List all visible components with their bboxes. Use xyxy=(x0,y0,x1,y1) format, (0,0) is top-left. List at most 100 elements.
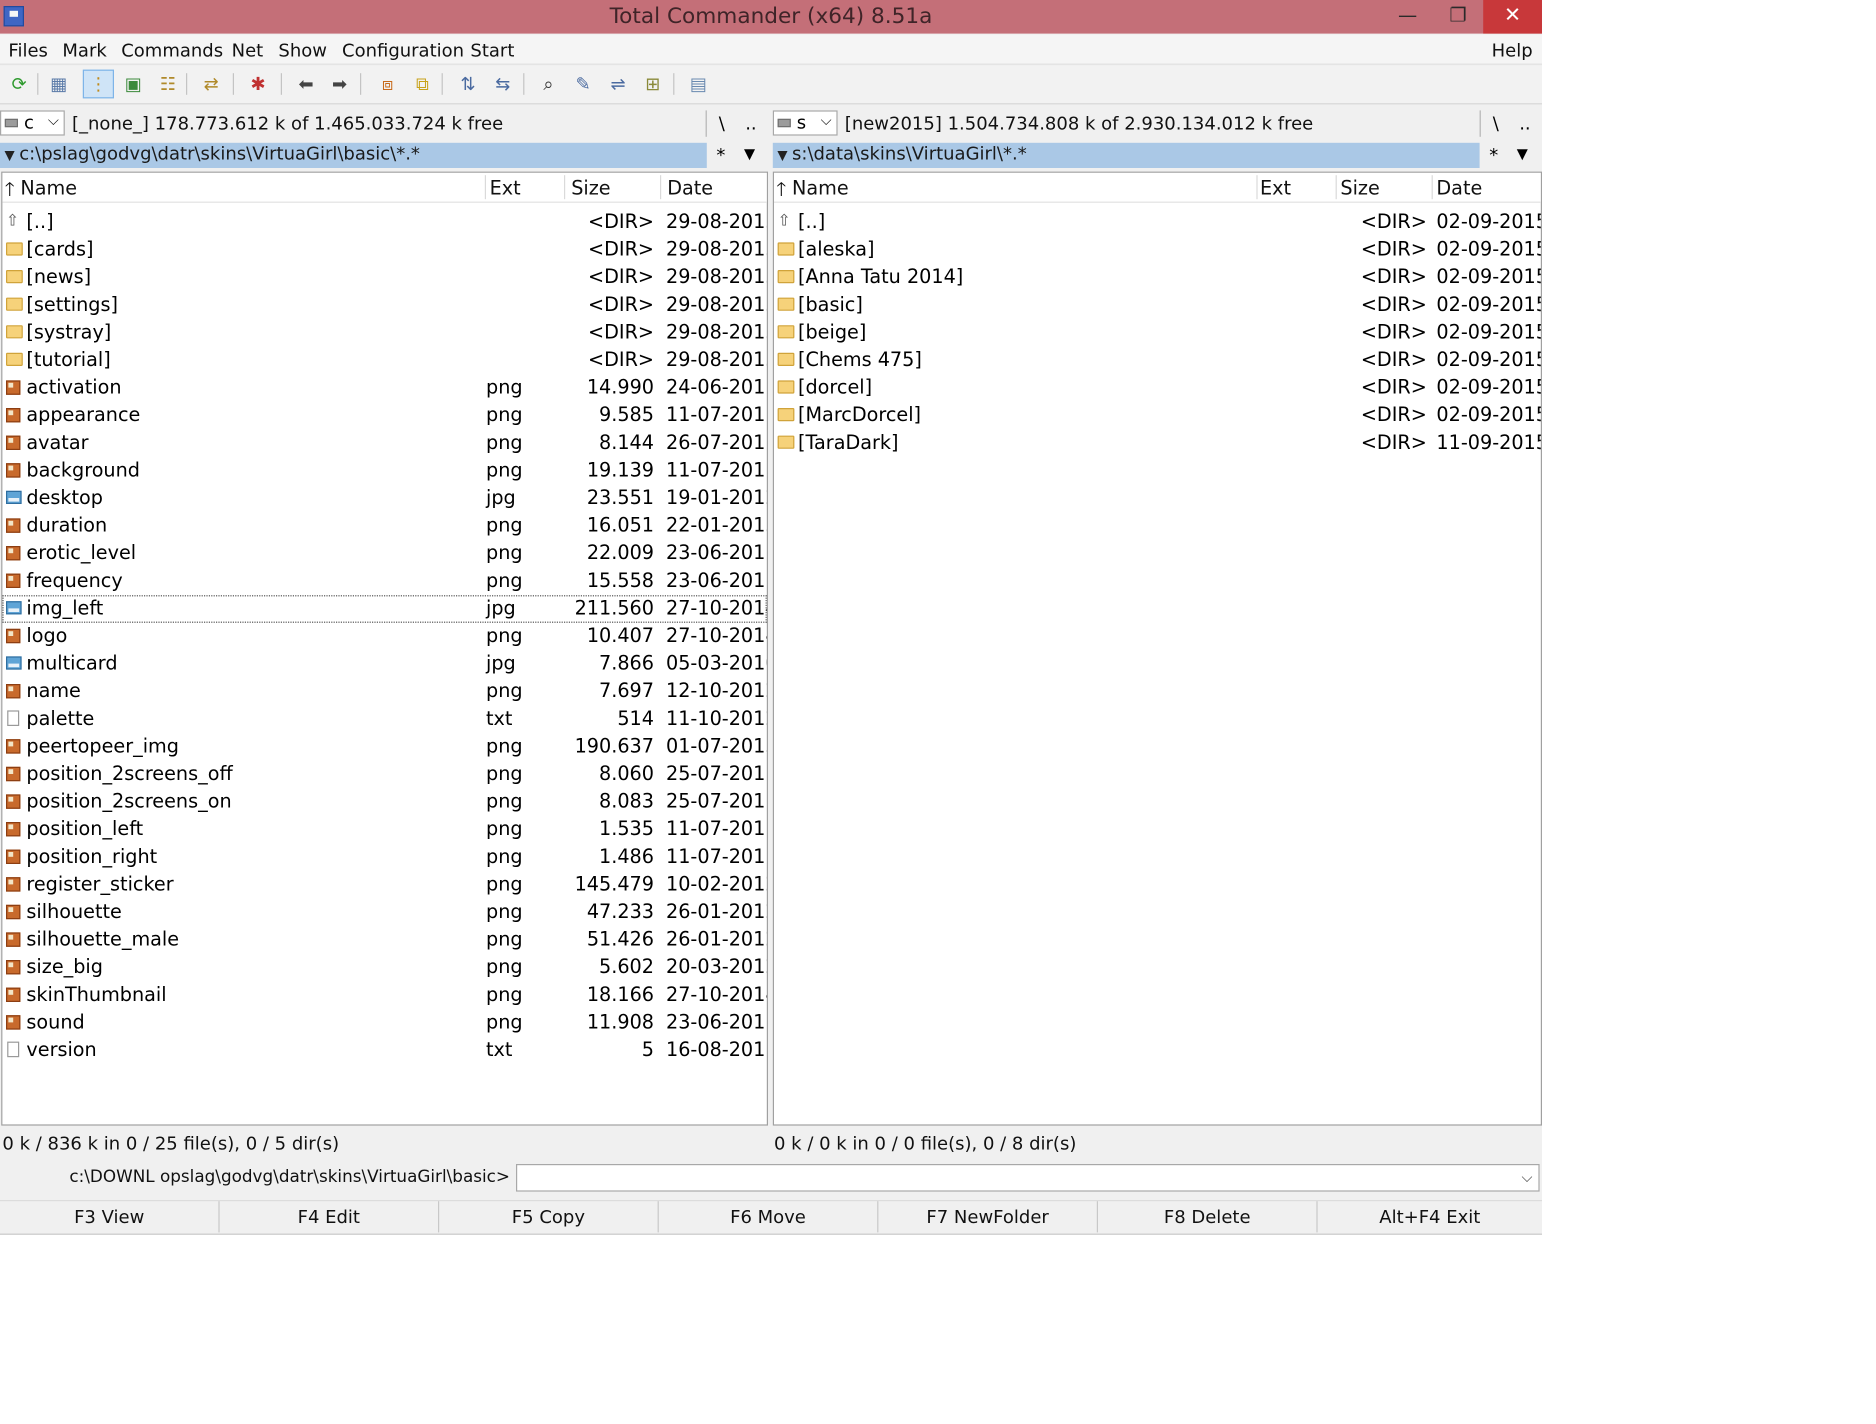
file-row[interactable]: activation png 14.990 24-06-2011 xyxy=(2,374,767,402)
history-dropdown-icon[interactable]: ▼ xyxy=(0,148,19,164)
file-row[interactable]: erotic_level png 22.009 23-06-2011 xyxy=(2,540,767,568)
refresh-button[interactable]: ⟳ xyxy=(4,70,35,99)
notepad-button[interactable]: ▤ xyxy=(683,70,714,99)
file-row[interactable]: desktop jpg 23.551 19-01-2012 xyxy=(2,485,767,513)
menu-mark[interactable]: Mark xyxy=(62,40,106,62)
f8-delete-button[interactable]: F8 Delete xyxy=(1098,1201,1318,1233)
close-button[interactable]: ✕ xyxy=(1483,0,1543,34)
menu-start[interactable]: Start xyxy=(470,40,514,62)
column-ext[interactable]: Ext xyxy=(490,176,521,199)
column-ext[interactable]: Ext xyxy=(1260,176,1291,199)
command-line-input[interactable] xyxy=(516,1164,1540,1192)
menu-help[interactable]: Help xyxy=(1492,40,1533,62)
right-filter-indicator[interactable]: * xyxy=(1489,144,1498,166)
url-connect-button[interactable]: ⇆ xyxy=(487,70,518,99)
file-row[interactable]: [MarcDorcel] <DIR> 02-09-2015 xyxy=(774,402,1541,430)
file-row[interactable]: appearance png 9.585 11-07-2011 xyxy=(2,402,767,430)
menu-files[interactable]: Files xyxy=(8,40,48,62)
file-row[interactable]: logo png 10.407 27-10-2014 xyxy=(2,623,767,651)
file-row[interactable]: position_left png 1.535 11-07-2011 xyxy=(2,816,767,844)
file-row[interactable]: avatar png 8.144 26-07-2011 xyxy=(2,430,767,458)
column-divider[interactable] xyxy=(1431,175,1433,200)
file-row[interactable]: size_big png 5.602 20-03-2012 xyxy=(2,954,767,982)
file-row[interactable]: position_2screens_off png 8.060 25-07-2011 xyxy=(2,761,767,789)
alt-f4-exit-button[interactable]: Alt+F4 Exit xyxy=(1318,1201,1542,1232)
column-divider[interactable] xyxy=(484,175,487,200)
right-up-button[interactable]: .. xyxy=(1519,113,1530,135)
file-row[interactable]: [aleska] <DIR> 02-09-2015 xyxy=(774,236,1541,264)
file-row[interactable]: version txt 5 16-08-2011 xyxy=(2,1037,767,1065)
file-row[interactable]: ⇧ [..] <DIR> 29-08-2015 xyxy=(2,209,767,237)
thumbnail-view-button[interactable]: ▣ xyxy=(118,70,149,99)
left-file-panel[interactable]: 🡑 Name Ext Size Date ⇧ [..] <DIR> 29-08-201… xyxy=(1,171,768,1126)
full-view-button[interactable]: ⋮ xyxy=(82,69,115,99)
multi-rename-button[interactable]: ✎ xyxy=(568,70,599,99)
ftp-connect-button[interactable]: ⇅ xyxy=(452,70,483,99)
file-row[interactable]: register_sticker png 145.479 10-02-2012 xyxy=(2,871,767,899)
file-row[interactable]: background png 19.139 11-07-2011 xyxy=(2,457,767,485)
hotlist-dropdown-icon[interactable]: ▼ xyxy=(744,145,755,162)
f4-edit-button[interactable]: F4 Edit xyxy=(220,1201,440,1233)
left-path-field[interactable]: ▼ c:\pslag\godvg\datr\skins\VirtuaGirl\ba… xyxy=(0,142,707,168)
column-date[interactable]: Date xyxy=(1436,176,1482,199)
maximize-button[interactable]: ❐ xyxy=(1433,0,1483,34)
right-root-button[interactable]: \ xyxy=(1493,113,1499,135)
file-row[interactable]: [settings] <DIR> 29-08-2015 xyxy=(2,292,767,320)
f5-copy-button[interactable]: F5 Copy xyxy=(439,1201,659,1233)
hotlist-dropdown-icon[interactable]: ▼ xyxy=(1517,145,1528,162)
column-size[interactable]: Size xyxy=(1340,176,1379,199)
file-row[interactable]: position_right png 1.486 11-07-2011 xyxy=(2,844,767,872)
f7-newfolder-button[interactable]: F7 NewFolder xyxy=(878,1201,1098,1233)
file-row[interactable]: skinThumbnail png 18.166 27-10-2014 xyxy=(2,982,767,1010)
file-row[interactable]: [beige] <DIR> 02-09-2015 xyxy=(774,319,1541,347)
find-files-button[interactable]: ⌕ xyxy=(533,70,564,99)
chevron-down-icon[interactable]: ⌵ xyxy=(1521,1169,1532,1187)
column-name[interactable]: Name xyxy=(20,176,77,199)
menu-show[interactable]: Show xyxy=(278,40,327,62)
column-divider[interactable] xyxy=(1335,175,1337,200)
column-name[interactable]: Name xyxy=(792,176,849,199)
file-row[interactable]: [Chems 475] <DIR> 02-09-2015 xyxy=(774,347,1541,375)
brief-view-button[interactable]: ▦ xyxy=(43,70,74,99)
f6-move-button[interactable]: F6 Move xyxy=(659,1201,879,1233)
back-button[interactable]: ⬅ xyxy=(290,70,321,99)
file-row[interactable]: peertopeer_img png 190.637 01-07-2013 xyxy=(2,733,767,761)
column-divider[interactable] xyxy=(660,175,662,200)
left-drive-select[interactable]: c ⌵ xyxy=(0,110,65,136)
file-row[interactable]: silhouette png 47.233 26-01-2012 xyxy=(2,899,767,927)
column-date[interactable]: Date xyxy=(667,176,713,199)
column-divider[interactable] xyxy=(564,175,566,200)
file-row[interactable]: multicard jpg 7.866 05-03-2010 xyxy=(2,650,767,678)
file-row[interactable]: frequency png 15.558 23-06-2011 xyxy=(2,568,767,596)
invert-selection-button[interactable]: ✱ xyxy=(242,70,273,99)
compare-dirs-button[interactable]: ⇄ xyxy=(196,70,227,99)
forward-button[interactable]: ➡ xyxy=(324,70,355,99)
right-drive-select[interactable]: s ⌵ xyxy=(772,110,838,136)
file-row[interactable]: [systray] <DIR> 29-08-2015 xyxy=(2,319,767,347)
right-file-panel[interactable]: 🡑 Name Ext Size Date ⇧ [..] <DIR> 02-09-201… xyxy=(772,171,1543,1126)
menu-net[interactable]: Net xyxy=(232,40,264,62)
left-up-button[interactable]: .. xyxy=(745,113,756,135)
file-row[interactable]: palette txt 514 11-10-2012 xyxy=(2,706,767,734)
file-row[interactable]: [basic] <DIR> 02-09-2015 xyxy=(774,292,1541,320)
file-row[interactable]: position_2screens_on png 8.083 25-07-2011 xyxy=(2,788,767,816)
file-row[interactable]: [Anna Tatu 2014] <DIR> 02-09-2015 xyxy=(774,264,1541,292)
network-button[interactable]: ⊞ xyxy=(637,70,668,99)
column-divider[interactable] xyxy=(1256,175,1258,200)
pack-files-button[interactable]: ⧈ xyxy=(372,70,403,99)
file-row[interactable]: [news] <DIR> 29-08-2015 xyxy=(2,264,767,292)
file-row[interactable]: duration png 16.051 22-01-2015 xyxy=(2,512,767,540)
column-size[interactable]: Size xyxy=(571,176,610,199)
history-dropdown-icon[interactable]: ▼ xyxy=(773,148,792,164)
file-row[interactable]: sound png 11.908 23-06-2011 xyxy=(2,1009,767,1037)
minimize-button[interactable]: — xyxy=(1382,0,1432,34)
sync-dirs-button[interactable]: ⇌ xyxy=(602,70,633,99)
file-row[interactable]: [tutorial] <DIR> 29-08-2015 xyxy=(2,347,767,375)
file-row[interactable]: silhouette_male png 51.426 26-01-2012 xyxy=(2,926,767,954)
file-row[interactable]: name png 7.697 12-10-2012 xyxy=(2,678,767,706)
tree-view-button[interactable]: ☷ xyxy=(152,70,183,99)
menu-commands[interactable]: Commands xyxy=(121,40,223,62)
file-row[interactable]: ⇧ [..] <DIR> 02-09-2015 xyxy=(774,209,1541,237)
left-root-button[interactable]: \ xyxy=(719,113,725,135)
file-row[interactable]: [TaraDark] <DIR> 11-09-2015 xyxy=(774,430,1541,458)
